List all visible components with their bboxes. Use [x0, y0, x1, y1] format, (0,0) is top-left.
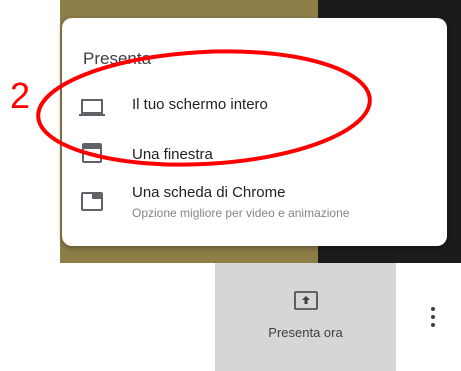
chrome-tab-icon [81, 192, 103, 211]
menu-item-sublabel: Opzione migliore per video e animazione [132, 206, 350, 220]
more-vert-icon-dot [431, 323, 435, 327]
present-now-label: Presenta ora [268, 325, 343, 340]
menu-item-label: Una scheda di Chrome [132, 184, 286, 201]
menu-item-chrome-tab[interactable]: Una scheda di Chrome Opzione migliore pe… [62, 178, 447, 228]
more-vert-icon-dot [431, 315, 435, 319]
present-to-all-icon [294, 291, 318, 310]
annotation-step-number: 2 [10, 75, 31, 116]
annotation-ellipse [36, 49, 372, 167]
more-options-button[interactable] [420, 300, 446, 334]
more-vert-icon [431, 307, 435, 311]
present-now-button[interactable]: Presenta ora [215, 263, 396, 371]
